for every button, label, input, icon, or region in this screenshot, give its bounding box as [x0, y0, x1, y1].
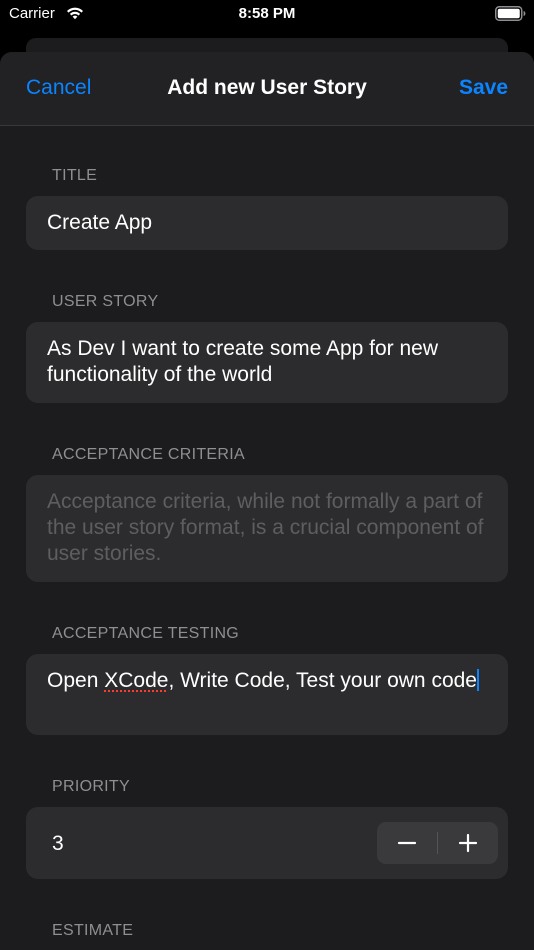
battery-icon: [495, 6, 526, 21]
status-bar: Carrier 8:58 PM: [0, 0, 534, 30]
status-time: 8:58 PM: [238, 5, 296, 22]
acceptance-criteria-placeholder: Acceptance criteria, while not formally …: [47, 490, 484, 565]
increment-button[interactable]: [438, 822, 498, 864]
add-user-story-sheet: Cancel Add new User Story Save TITLE Cre…: [0, 52, 534, 950]
minus-icon: [397, 841, 417, 845]
title-section-header: TITLE: [52, 167, 98, 184]
screen: Carrier 8:58 PM Cancel Add new User Stor…: [0, 0, 534, 950]
user-story-field[interactable]: As Dev I want to create some App for new…: [26, 322, 508, 403]
text-cursor: [476, 669, 479, 691]
acceptance-testing-field[interactable]: Open XCode, Write Code, Test your own co…: [26, 654, 508, 735]
priority-stepper[interactable]: [377, 822, 498, 864]
decrement-button[interactable]: [377, 822, 437, 864]
priority-value: 3: [52, 832, 64, 855]
acceptance-testing-section-header: ACCEPTANCE TESTING: [52, 625, 240, 642]
save-button[interactable]: Save: [459, 76, 508, 100]
page-title: Add new User Story: [167, 76, 367, 99]
priority-row: 3: [26, 807, 508, 879]
plus-icon: [458, 833, 478, 853]
user-story-section-header: USER STORY: [52, 293, 159, 310]
estimate-section-header: ESTIMATE: [52, 922, 134, 939]
acceptance-criteria-section-header: ACCEPTANCE CRITERIA: [52, 446, 245, 463]
title-value: Create App: [47, 211, 153, 234]
navigation-bar: Cancel Add new User Story Save: [0, 52, 534, 126]
priority-section-header: PRIORITY: [52, 778, 130, 795]
acceptance-testing-text-start: Open: [47, 669, 105, 692]
acceptance-criteria-field[interactable]: Acceptance criteria, while not formally …: [26, 475, 508, 582]
misspelled-word: XCode: [104, 669, 169, 692]
user-story-value: As Dev I want to create some App for new…: [47, 337, 439, 386]
acceptance-testing-text-end: , Write Code, Test your own code: [168, 669, 477, 692]
title-field[interactable]: Create App: [26, 196, 508, 250]
